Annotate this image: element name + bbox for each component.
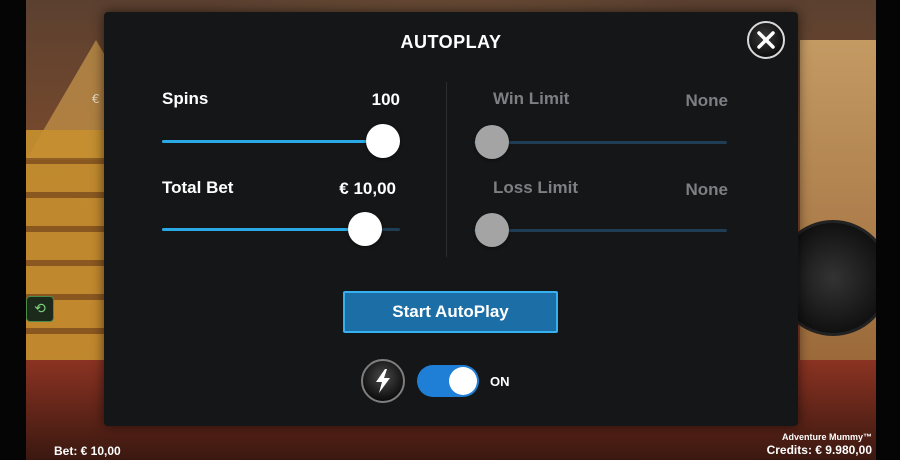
win-limit-value: None: [685, 91, 729, 110]
spins-slider-fill: [162, 140, 400, 143]
loss-limit-slider[interactable]: [474, 213, 727, 247]
loss-limit-value: None: [685, 180, 729, 199]
spins-label: Spins: [162, 89, 209, 108]
total-bet-label: Total Bet: [162, 178, 234, 197]
turbo-toggle[interactable]: [417, 365, 479, 397]
turbo-button[interactable]: [361, 359, 405, 403]
close-icon: [757, 31, 775, 49]
spins-slider-thumb[interactable]: [366, 124, 400, 158]
toggle-knob: [449, 367, 477, 395]
replay-icon[interactable]: ⟲: [26, 296, 54, 322]
lightning-icon: [376, 369, 390, 393]
credits-display: Credits: € 9.980,00: [766, 443, 872, 457]
footer-info: Adventure Mummy™ Credits: € 9.980,00: [767, 432, 872, 457]
autoplay-modal: AUTOPLAY Spins 100 Total Bet € 10,00 Win…: [104, 12, 798, 426]
spins-value: 100: [371, 90, 400, 109]
win-limit-slider-thumb[interactable]: [475, 125, 509, 159]
euro-tag: €: [92, 92, 100, 106]
game-name: Adventure Mummy™: [781, 432, 872, 442]
modal-title: AUTOPLAY: [400, 32, 502, 52]
close-button[interactable]: [747, 21, 785, 59]
win-limit-label: Win Limit: [493, 89, 570, 108]
bet-display: Bet: € 10,00: [54, 444, 121, 458]
total-bet-slider-thumb[interactable]: [348, 212, 383, 246]
loss-limit-label: Loss Limit: [493, 178, 579, 197]
win-limit-slider[interactable]: [474, 125, 727, 159]
total-bet-value: € 10,00: [339, 179, 396, 198]
toggle-state-label: ON: [490, 374, 510, 389]
left-bar: [0, 0, 26, 460]
column-divider: [446, 82, 447, 257]
right-bar: [876, 0, 900, 460]
total-bet-slider[interactable]: [162, 212, 400, 246]
spins-slider[interactable]: [162, 124, 400, 158]
start-autoplay-button[interactable]: Start AutoPlay: [343, 291, 558, 333]
loss-limit-slider-thumb[interactable]: [475, 213, 509, 247]
